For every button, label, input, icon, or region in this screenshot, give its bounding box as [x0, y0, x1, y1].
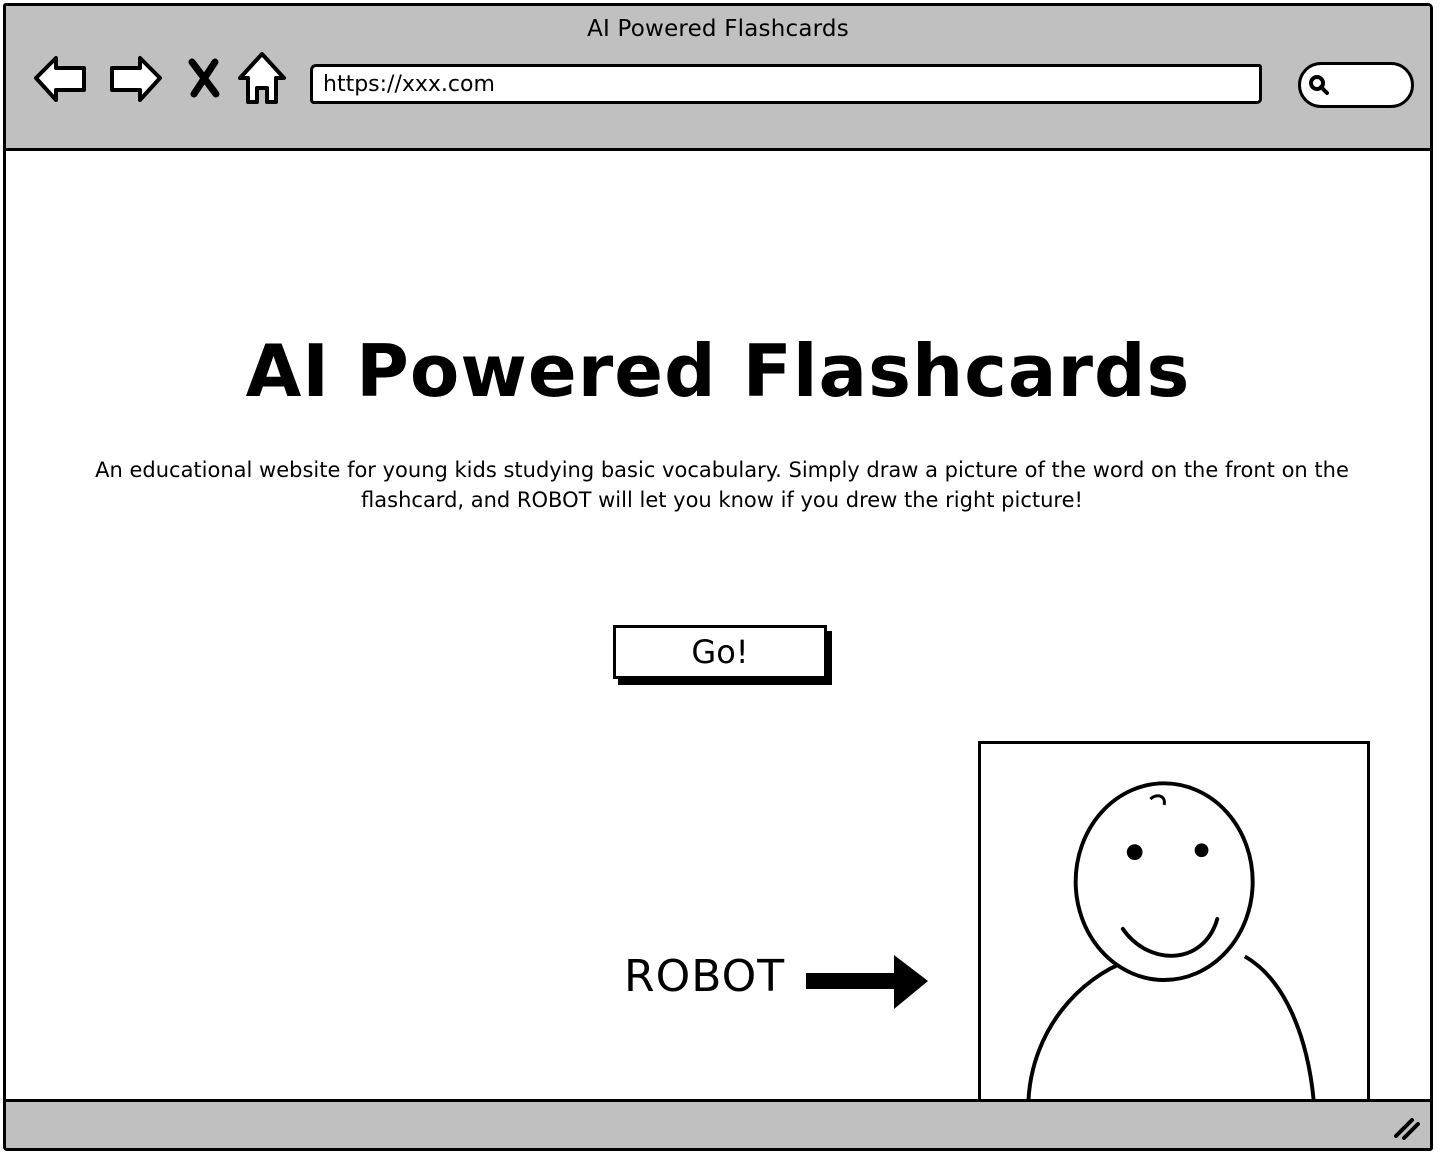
- search-field[interactable]: [1298, 62, 1414, 108]
- browser-toolbar: AI Powered Flashcards https://xxx.com: [6, 6, 1430, 151]
- close-x-icon: [188, 58, 220, 98]
- page-description: An educational website for young kids st…: [95, 458, 1349, 512]
- back-button[interactable]: [30, 48, 90, 110]
- browser-window: AI Powered Flashcards https://xxx.com AI…: [3, 3, 1433, 1151]
- arrow-right-icon: [110, 56, 162, 102]
- arrow-left-icon: [34, 56, 86, 102]
- forward-button[interactable]: [106, 48, 166, 110]
- arrow-right-icon: [806, 955, 928, 1009]
- window-title: AI Powered Flashcards: [587, 16, 849, 42]
- page-title: AI Powered Flashcards: [245, 329, 1191, 413]
- smiley-robot-figure: [1026, 781, 1316, 1100]
- home-button[interactable]: [234, 48, 290, 110]
- go-button[interactable]: Go!: [613, 625, 827, 679]
- resize-grip-icon[interactable]: [1392, 1112, 1422, 1142]
- search-icon: [1309, 75, 1329, 95]
- page-content: AI Powered Flashcards An educational web…: [6, 151, 1430, 1103]
- address-bar[interactable]: https://xxx.com: [310, 64, 1262, 104]
- robot-label: ROBOT: [624, 951, 786, 1002]
- robot-image: [978, 741, 1370, 1103]
- status-bar: [6, 1099, 1430, 1148]
- home-icon: [238, 52, 286, 104]
- stop-button[interactable]: [182, 48, 226, 110]
